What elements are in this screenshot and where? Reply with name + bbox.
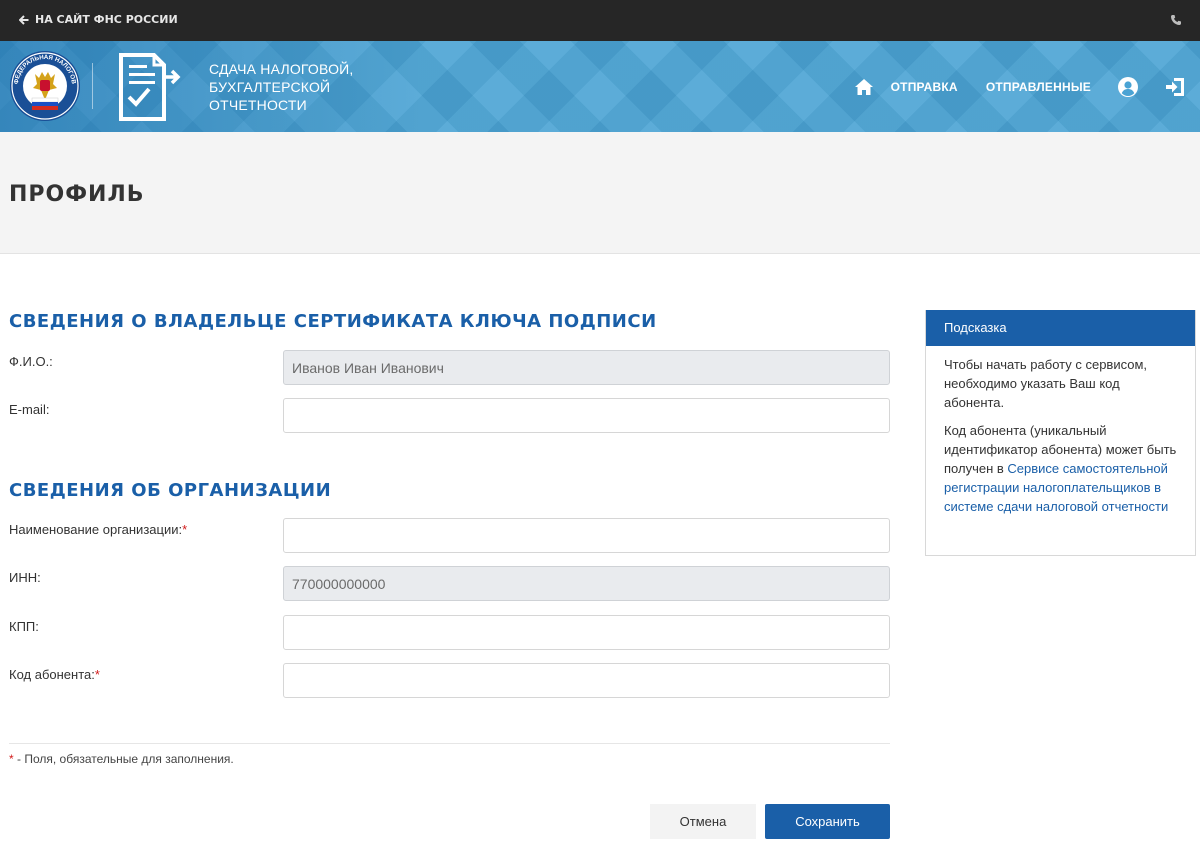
- user-icon[interactable]: [1117, 76, 1139, 98]
- service-title: СДАЧА НАЛОГОВОЙ, БУХГАЛТЕРСКОЙ ОТЧЕТНОСТ…: [209, 60, 354, 114]
- save-button[interactable]: Сохранить: [765, 804, 890, 839]
- arrow-left-icon: [19, 14, 29, 25]
- back-to-fns-link[interactable]: НА САЙТ ФНС РОССИИ: [19, 13, 178, 26]
- owner-section-title: СВЕДЕНИЯ О ВЛАДЕЛЬЦЕ СЕРТИФИКАТА КЛЮЧА П…: [9, 311, 657, 332]
- page-title: ПРОФИЛЬ: [9, 182, 145, 207]
- service-title-line-1: СДАЧА НАЛОГОВОЙ,: [209, 61, 354, 77]
- logout-icon[interactable]: [1164, 76, 1186, 98]
- fio-label: Ф.И.О.:: [9, 354, 53, 369]
- form-divider: [9, 743, 890, 744]
- header-divider: [92, 63, 93, 109]
- org-name-field[interactable]: [283, 518, 890, 553]
- kpp-label: КПП:: [9, 619, 39, 634]
- nav-sent-link[interactable]: ОТПРАВЛЕННЫЕ: [986, 80, 1091, 94]
- cancel-button[interactable]: Отмена: [650, 804, 756, 839]
- email-field[interactable]: [283, 398, 890, 433]
- top-bar: НА САЙТ ФНС РОССИИ: [0, 0, 1200, 41]
- hint-title: Подсказка: [926, 310, 1195, 346]
- email-label: E-mail:: [9, 402, 50, 417]
- back-link-label: НА САЙТ ФНС РОССИИ: [35, 13, 178, 26]
- org-section-title: СВЕДЕНИЯ ОБ ОРГАНИЗАЦИИ: [9, 480, 332, 501]
- service-title-line-2: БУХГАЛТЕРСКОЙ: [209, 79, 331, 95]
- hint-paragraph-1: Чтобы начать работу с сервисом, необходи…: [944, 357, 1148, 410]
- required-mark: *: [94, 667, 100, 682]
- subscriber-code-field[interactable]: [283, 663, 890, 698]
- required-mark: *: [182, 522, 188, 537]
- home-icon[interactable]: [853, 76, 875, 98]
- hint-paragraph-2: Код абонента (уникальный идентификатор а…: [944, 421, 1183, 516]
- subscriber-code-label-text: Код абонента:: [9, 667, 95, 682]
- page-title-band: ПРОФИЛЬ: [0, 132, 1200, 254]
- subscriber-code-label: Код абонента:*: [9, 667, 100, 682]
- site-header: ФЕДЕРАЛЬНАЯ НАЛОГОВАЯ СЛУЖБА СДАЧА НАЛОГ…: [0, 41, 1200, 132]
- phone-icon[interactable]: [1170, 14, 1182, 26]
- document-checkmark-logo[interactable]: [116, 51, 186, 123]
- required-fields-note: * - Поля, обязательные для заполнения.: [9, 752, 234, 766]
- nav-send-link[interactable]: ОТПРАВКА: [891, 80, 958, 94]
- org-name-label: Наименование организации:*: [9, 522, 187, 537]
- kpp-field[interactable]: [283, 615, 890, 650]
- hint-panel: Подсказка Чтобы начать работу с сервисом…: [925, 310, 1196, 556]
- service-title-line-3: ОТЧЕТНОСТИ: [209, 97, 307, 113]
- hint-body: Чтобы начать работу с сервисом, необходи…: [926, 346, 1195, 516]
- main-nav: ОТПРАВКА ОТПРАВЛЕННЫЕ: [853, 74, 1186, 100]
- org-name-label-text: Наименование организации:: [9, 522, 183, 537]
- inn-label: ИНН:: [9, 570, 41, 585]
- required-note-text: - Поля, обязательные для заполнения.: [13, 752, 234, 766]
- fio-field[interactable]: [283, 350, 890, 385]
- inn-field[interactable]: [283, 566, 890, 601]
- fns-emblem-logo[interactable]: ФЕДЕРАЛЬНАЯ НАЛОГОВАЯ СЛУЖБА: [9, 50, 81, 122]
